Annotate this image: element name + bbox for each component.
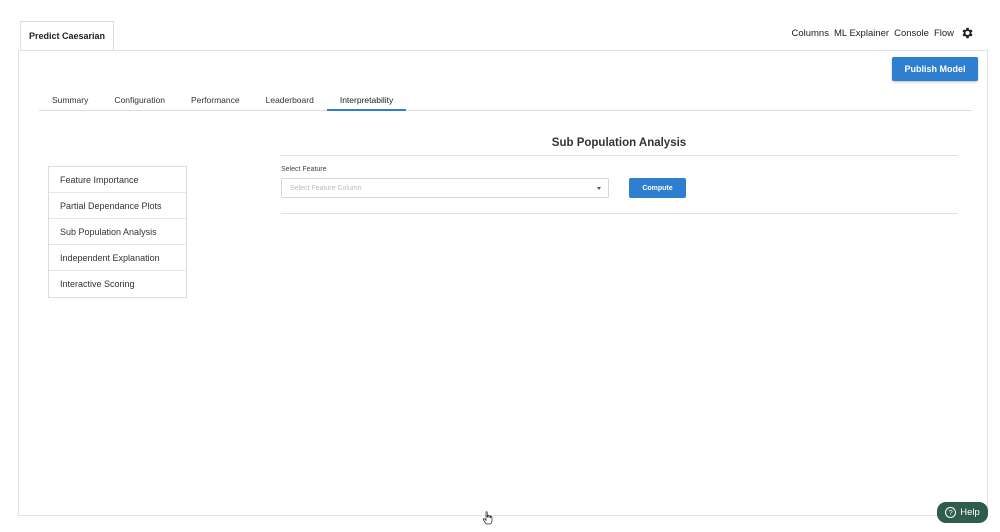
ml-explainer-link[interactable]: ML Explainer <box>834 28 889 39</box>
divider <box>281 213 958 214</box>
select-placeholder: Select Feature Column <box>290 184 362 192</box>
section-title: Sub Population Analysis <box>280 137 958 156</box>
main-panel: Publish Model Summary Configuration Perf… <box>18 50 988 516</box>
publish-model-button[interactable]: Publish Model <box>892 57 978 81</box>
doc-tab-label: Predict Caesarian <box>28 31 106 41</box>
help-button[interactable]: ? Help <box>937 502 988 523</box>
tab-configuration[interactable]: Configuration <box>101 89 178 111</box>
hand-pointer-icon <box>482 511 493 525</box>
nav-tabs: Summary Configuration Performance Leader… <box>39 89 972 111</box>
top-links: Columns ML Explainer Console Flow <box>786 26 974 40</box>
columns-link[interactable]: Columns <box>791 28 829 39</box>
top-bar: Predict Caesarian Columns ML Explainer C… <box>18 0 988 50</box>
select-feature-label: Select Feature <box>281 166 327 173</box>
doc-tab-predict-caesarian[interactable]: Predict Caesarian <box>20 21 114 50</box>
feature-column-select[interactable]: Select Feature Column <box>281 178 609 198</box>
menu-item-feature-importance[interactable]: Feature Importance <box>49 167 186 193</box>
gear-icon[interactable] <box>960 26 974 40</box>
menu-item-sub-population-analysis[interactable]: Sub Population Analysis <box>49 219 186 245</box>
tab-leaderboard[interactable]: Leaderboard <box>253 89 327 111</box>
tab-performance[interactable]: Performance <box>178 89 253 111</box>
tab-interpretability[interactable]: Interpretability <box>326 89 407 111</box>
caret-down-icon <box>597 187 601 190</box>
console-link[interactable]: Console <box>894 28 929 39</box>
menu-item-interactive-scoring[interactable]: Interactive Scoring <box>49 271 186 297</box>
flow-link[interactable]: Flow <box>934 28 954 39</box>
menu-item-independent-explanation[interactable]: Independent Explanation <box>49 245 186 271</box>
interpretability-menu: Feature Importance Partial Dependance Pl… <box>48 166 187 298</box>
tab-summary[interactable]: Summary <box>39 89 101 111</box>
compute-button[interactable]: Compute <box>629 178 686 198</box>
question-circle-icon: ? <box>945 507 957 518</box>
menu-item-partial-dependance-plots[interactable]: Partial Dependance Plots <box>49 193 186 219</box>
help-label: Help <box>960 507 980 518</box>
